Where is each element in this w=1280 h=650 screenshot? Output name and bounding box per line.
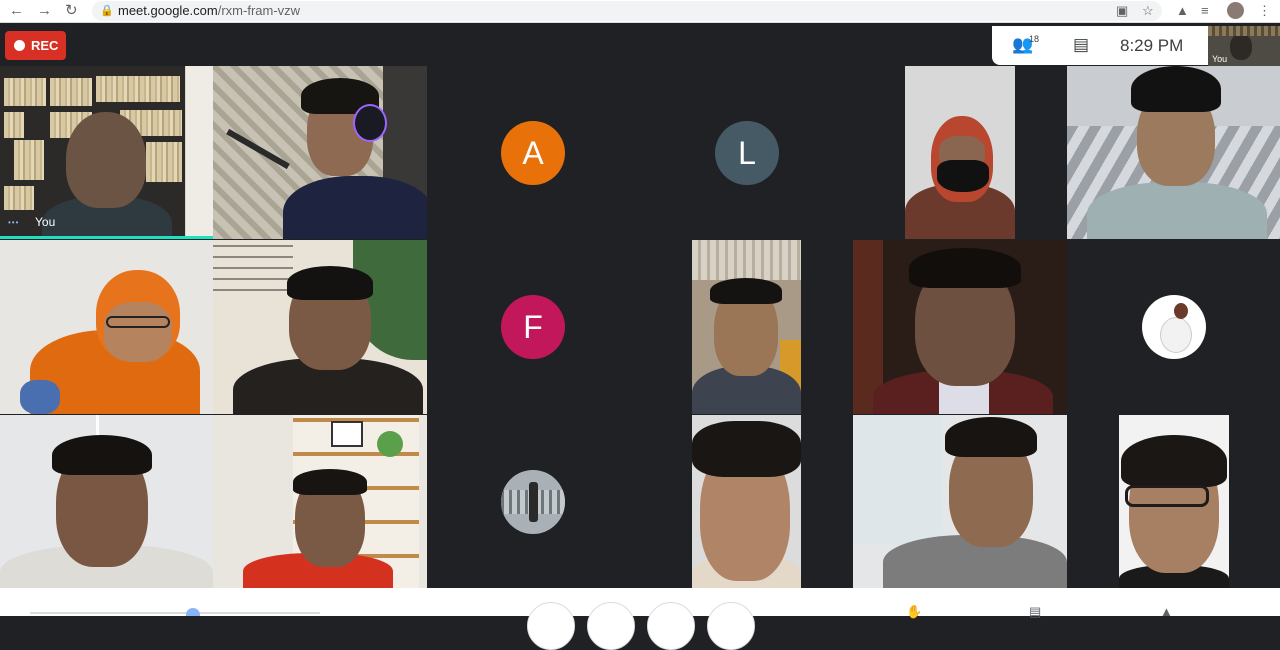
plant (377, 431, 403, 457)
meeting-info-panel: 👥 18 ▤ 8:29 PM (992, 26, 1208, 65)
self-thumb-label: You (1212, 54, 1228, 64)
hair (710, 278, 782, 304)
books (4, 112, 24, 138)
avatar-tile[interactable] (1067, 240, 1280, 414)
video-tile[interactable] (213, 240, 427, 414)
end-call-button[interactable] (587, 602, 635, 650)
wall (186, 66, 213, 239)
video-tile[interactable] (640, 415, 853, 588)
books (4, 186, 34, 210)
video-tile[interactable] (213, 415, 427, 588)
puzzle-icon[interactable]: ▲ (1176, 1, 1189, 21)
reading-list-icon[interactable]: ≡ (1201, 1, 1209, 21)
meeting-time: 8:29 PM (1120, 36, 1184, 55)
self-thumb-shelf (1208, 26, 1280, 36)
avatar-tile[interactable]: A (427, 66, 640, 239)
self-thumb-figure (1230, 34, 1252, 60)
standing-person-avatar (501, 470, 565, 534)
video-tile[interactable] (213, 66, 427, 239)
microphone-button[interactable] (527, 602, 575, 650)
video-tile[interactable] (0, 240, 213, 414)
hair (287, 266, 373, 300)
person-face (104, 302, 172, 362)
video-tile[interactable] (853, 415, 1067, 588)
captions-icon[interactable]: ▤ (1029, 604, 1041, 620)
hair (945, 417, 1037, 457)
glasses (1125, 485, 1209, 507)
camera-button[interactable] (647, 602, 695, 650)
hair (909, 248, 1021, 288)
person-body (1087, 182, 1267, 239)
speaking-indicator (0, 236, 213, 239)
baymax-figure (1160, 317, 1192, 353)
camera-icon[interactable]: ▣ (1116, 1, 1128, 21)
video-tile[interactable] (1067, 66, 1280, 239)
avatar-tile[interactable] (427, 415, 640, 588)
person-body (283, 176, 427, 239)
star-icon[interactable]: ☆ (1142, 1, 1154, 21)
hiro-figure (1174, 303, 1188, 319)
video-tile[interactable]: ••• You (0, 66, 213, 239)
reload-icon[interactable]: ↻ (65, 1, 78, 21)
meeting-details-divider (30, 612, 320, 614)
glasses (106, 316, 170, 328)
raise-hand-icon[interactable]: ✋ (906, 604, 922, 620)
baymax-avatar (1142, 295, 1206, 359)
more-vert-icon[interactable]: ⋮ (1258, 1, 1271, 21)
meeting-details-icon[interactable] (186, 608, 200, 616)
hair (52, 435, 152, 475)
hair (1131, 66, 1221, 112)
participant-avatar: A (501, 121, 565, 185)
picture-frame (331, 421, 363, 447)
avatar-tile[interactable]: F (427, 240, 640, 414)
participant-avatar: L (715, 121, 779, 185)
browser-toolbar: ← → ↻ 🔒 meet.google.com/rxm-fram-vzw ▣ ☆… (0, 0, 1280, 23)
profile-avatar[interactable] (1227, 2, 1244, 19)
avatar-tile[interactable]: L (640, 66, 853, 239)
participant-avatar: F (501, 295, 565, 359)
self-view-thumbnail[interactable]: You (1208, 26, 1280, 66)
books (4, 78, 46, 106)
books (14, 140, 44, 180)
forward-arrow-icon[interactable]: → (37, 1, 52, 21)
headphones (353, 104, 387, 142)
video-tile[interactable] (0, 415, 213, 588)
face-mask (937, 160, 989, 192)
blue-cloth (20, 380, 60, 414)
hair (293, 469, 367, 495)
standing-figure (529, 482, 538, 522)
record-dot-icon (14, 40, 25, 51)
audio-level-icon: ••• (8, 218, 20, 227)
video-tile[interactable] (1067, 415, 1280, 588)
present-now-icon[interactable]: ▲ (1160, 604, 1173, 619)
wall-logo (857, 423, 907, 441)
hair (1121, 435, 1227, 487)
video-tile[interactable] (853, 240, 1067, 414)
person-head (66, 112, 146, 208)
ceiling (692, 240, 801, 280)
wall-lettering (213, 240, 293, 300)
participant-name: You (35, 215, 56, 229)
participant-count: 18 (1029, 34, 1040, 44)
back-arrow-icon[interactable]: ← (9, 1, 24, 21)
url-host: meet.google.com (118, 3, 218, 18)
books (50, 78, 92, 106)
chat-icon[interactable]: ▤ (1073, 35, 1089, 55)
more-options-button[interactable] (707, 602, 755, 650)
books (146, 142, 182, 182)
video-tile[interactable] (853, 66, 1067, 239)
video-tile[interactable] (640, 240, 853, 414)
url-text[interactable]: meet.google.com/rxm-fram-vzw (118, 1, 300, 21)
url-path: /rxm-fram-vzw (217, 3, 301, 18)
recording-badge: REC (5, 31, 66, 60)
books (96, 76, 180, 102)
hair (692, 421, 801, 477)
recording-label: REC (31, 38, 59, 53)
lock-icon[interactable]: 🔒 (100, 2, 114, 20)
meeting-controls-bar: ✋ ▤ ▲ (0, 588, 1280, 650)
